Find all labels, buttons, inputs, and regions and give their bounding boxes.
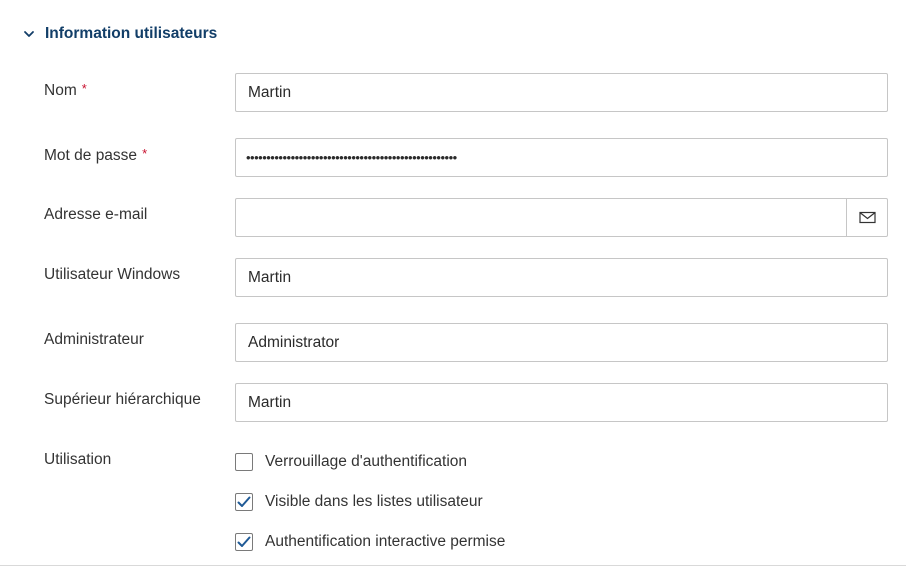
name-label-text: Nom	[44, 82, 77, 99]
send-mail-button[interactable]	[846, 199, 887, 236]
required-marker: *	[142, 146, 148, 161]
email-input[interactable]	[236, 199, 846, 236]
windows-user-field-container	[235, 258, 888, 297]
visible-in-lists-checkbox-row[interactable]: Visible dans les listes utilisateur	[235, 491, 483, 513]
name-label: Nom *	[44, 81, 87, 100]
administrator-field-container	[235, 323, 888, 362]
password-input[interactable]	[236, 139, 887, 176]
checkmark-icon	[237, 496, 251, 507]
administrator-input[interactable]	[236, 324, 887, 361]
interactive-auth-checkbox[interactable]	[235, 533, 253, 551]
supervisor-field-container	[235, 383, 888, 422]
visible-in-lists-checkbox[interactable]	[235, 493, 253, 511]
name-field-container	[235, 73, 888, 112]
password-label-text: Mot de passe	[44, 147, 138, 164]
name-input[interactable]	[236, 74, 887, 111]
auth-lock-label: Verrouillage d'authentification	[265, 453, 468, 470]
windows-user-label: Utilisateur Windows	[44, 266, 181, 283]
section-header-toggle[interactable]: Information utilisateurs	[22, 22, 217, 46]
chevron-down-icon	[24, 31, 34, 37]
auth-lock-checkbox-row[interactable]: Verrouillage d'authentification	[235, 451, 467, 473]
supervisor-input[interactable]	[236, 384, 887, 421]
required-marker: *	[81, 81, 87, 96]
administrator-label: Administrateur	[44, 331, 144, 348]
password-label: Mot de passe *	[44, 146, 147, 165]
bottom-divider	[0, 565, 906, 566]
visible-in-lists-label: Visible dans les listes utilisateur	[265, 493, 483, 510]
email-label: Adresse e-mail	[44, 206, 148, 223]
supervisor-label: Supérieur hiérarchique	[44, 391, 201, 408]
auth-lock-checkbox[interactable]	[235, 453, 253, 471]
interactive-auth-label: Authentification interactive permise	[265, 533, 506, 550]
windows-user-input[interactable]	[236, 259, 887, 296]
password-field-container	[235, 138, 888, 177]
email-field-container	[235, 198, 888, 237]
usage-label: Utilisation	[44, 451, 112, 468]
interactive-auth-checkbox-row[interactable]: Authentification interactive permise	[235, 531, 505, 553]
checkmark-icon	[237, 536, 251, 547]
section-title: Information utilisateurs	[45, 25, 218, 42]
mail-icon	[858, 211, 876, 224]
